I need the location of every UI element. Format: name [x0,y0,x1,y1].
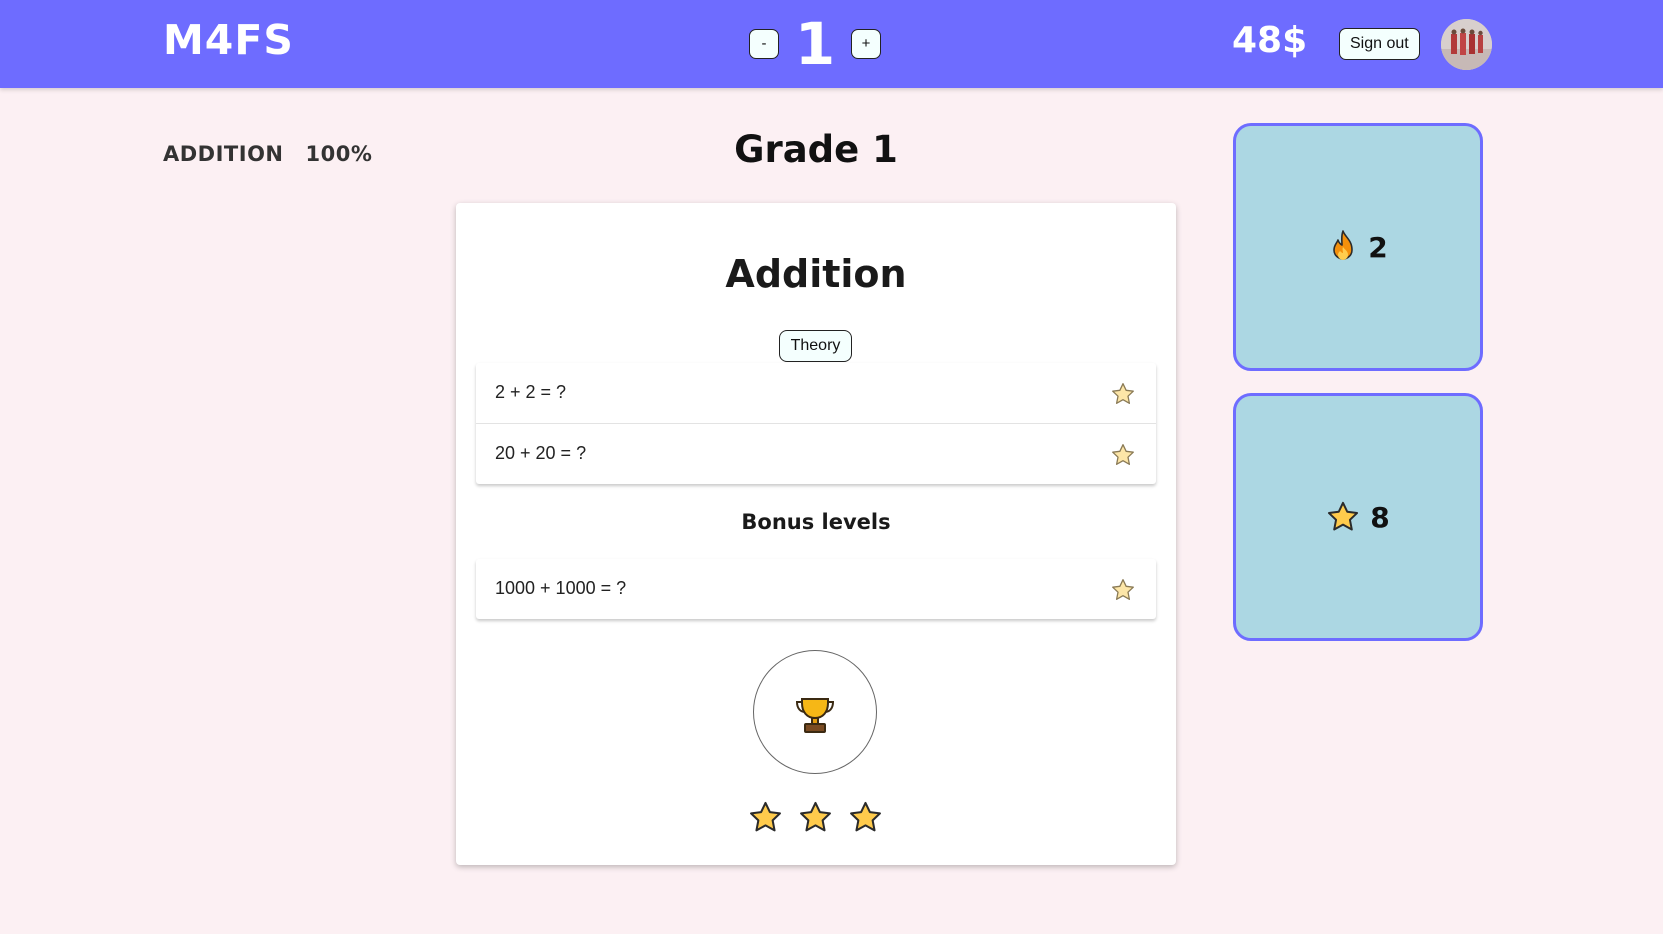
level-question: 1000 + 1000 = ? [495,578,627,598]
streak-count: 2 [1368,230,1388,264]
earned-stars [748,800,883,835]
level-row[interactable]: 2 + 2 = ? [476,363,1156,424]
top-bar: M4FS - 1 + 48$ Sign out [0,0,1663,88]
streak-box: 2 [1233,123,1483,371]
coin-balance: 48$ [1232,20,1308,61]
level-question: 20 + 20 = ? [495,443,587,463]
app-logo[interactable]: M4FS [163,16,294,64]
level-list: 2 + 2 = ? 20 + 20 = ? [476,363,1156,484]
star-outline-icon [1112,579,1134,600]
trophy-icon [795,698,835,733]
level-question: 2 + 2 = ? [495,382,567,402]
trophy-button[interactable] [753,650,877,774]
star-filled-icon [850,801,881,832]
stars-total-box: 8 [1233,393,1483,641]
grade-selector: - 1 + [749,12,881,76]
star-outline-icon [1112,444,1134,465]
grade-decrease-button[interactable]: - [749,29,779,59]
grade-value: 1 [794,10,836,78]
star-outline-icon [1112,383,1134,404]
theory-button[interactable]: Theory [779,330,852,362]
page-title: Grade 1 [734,128,898,171]
bonus-levels-heading: Bonus levels [741,510,891,534]
sign-out-button[interactable]: Sign out [1339,28,1420,60]
topic-progress: ADDITION 100% [163,142,372,166]
avatar[interactable] [1441,19,1492,70]
stars-count: 8 [1370,500,1390,534]
star-filled-icon [750,801,781,832]
grade-increase-button[interactable]: + [851,29,881,59]
fire-icon [1333,230,1354,260]
avatar-photo-icon [1441,19,1492,70]
bonus-level-list: 1000 + 1000 = ? [476,559,1156,619]
card-title: Addition [725,252,907,296]
star-filled-icon [1328,501,1359,531]
topic-name: ADDITION [163,142,284,166]
topic-percent: 100% [305,142,373,166]
level-row[interactable]: 20 + 20 = ? [476,424,1156,484]
star-filled-icon [800,801,831,832]
bonus-level-row[interactable]: 1000 + 1000 = ? [476,559,1156,619]
